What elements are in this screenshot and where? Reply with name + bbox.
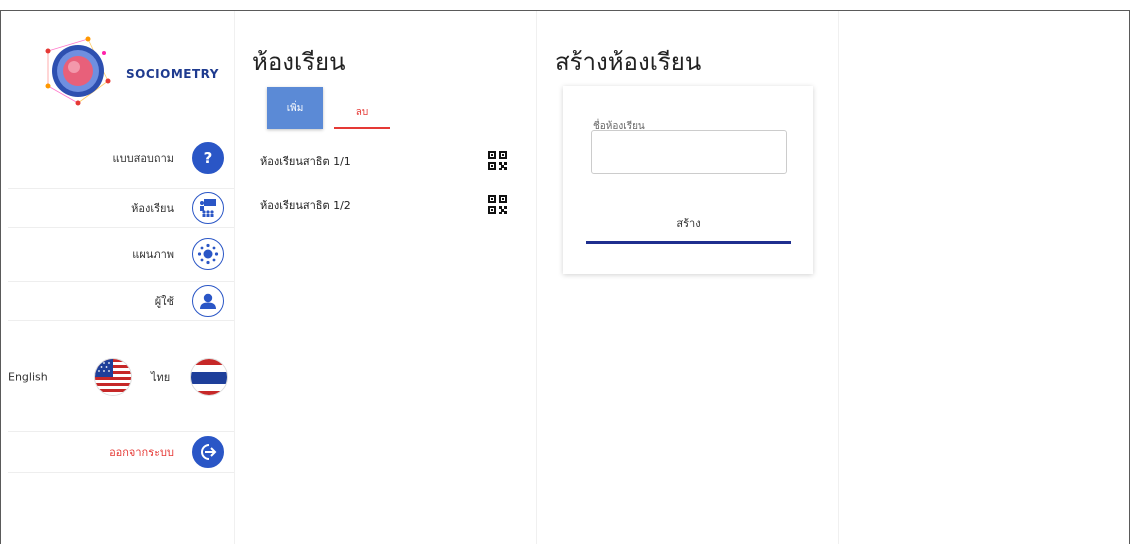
sidebar-item-label: ผู้ใช้ [154,295,174,308]
divider [838,11,839,544]
divider [234,11,235,544]
sidebar-item-label: ห้องเรียน [131,202,174,215]
list-item[interactable]: ห้องเรียนสาธิต 1/2 [260,193,520,217]
classroom-name: ห้องเรียนสาธิต 1/1 [260,155,351,168]
qr-code-icon[interactable] [488,151,508,171]
svg-text:?: ? [204,149,213,167]
sidebar-item-label: แบบสอบถาม [112,152,174,165]
us-flag-icon[interactable] [94,358,132,396]
logout-label: ออกจากระบบ [109,446,174,459]
sidebar-item-classroom[interactable]: ห้องเรียน [8,188,234,228]
create-classroom-card: ชื่อห้องเรียน สร้าง [563,86,813,274]
divider [536,11,537,544]
sidebar-item-diagram[interactable]: แผนภาพ [8,234,234,274]
sidebar-item-user[interactable]: ผู้ใช้ [8,281,234,321]
sidebar-item-questionnaire[interactable]: แบบสอบถาม ? [8,138,234,178]
language-switcher: English ไทย [8,353,234,401]
qr-code-icon[interactable] [488,195,508,215]
list-item[interactable]: ห้องเรียนสาธิต 1/1 [260,149,520,173]
thai-flag-icon[interactable] [190,358,228,396]
create-button[interactable]: สร้าง [586,204,791,244]
lang-thai-label[interactable]: ไทย [151,368,170,386]
lang-english-label[interactable]: English [8,371,48,384]
delete-classroom-button[interactable]: ลบ [334,98,390,129]
network-diagram-icon [192,238,224,270]
user-icon [192,285,224,317]
classroom-name: ห้องเรียนสาธิต 1/2 [260,199,351,212]
brand-name: SOCIOMETRY [126,67,219,81]
brand-logo[interactable]: SOCIOMETRY [38,31,218,111]
classroom-title: ห้องเรียน [252,48,346,76]
question-icon: ? [192,142,224,174]
classroom-icon [192,192,224,224]
logout-icon [192,436,224,468]
logout-button[interactable]: ออกจากระบบ [8,431,234,473]
sidebar-item-label: แผนภาพ [132,248,174,261]
sidebar: SOCIOMETRY แบบสอบถาม ? ห้องเรียน แผนภาพ … [8,11,234,544]
classroom-name-input[interactable] [591,130,787,174]
create-classroom-title: สร้างห้องเรียน [555,48,702,76]
sociometry-logo-icon [45,36,111,106]
add-classroom-button[interactable]: เพิ่ม [267,87,323,129]
